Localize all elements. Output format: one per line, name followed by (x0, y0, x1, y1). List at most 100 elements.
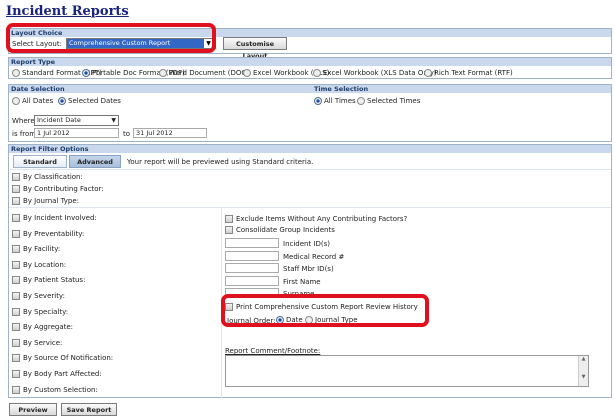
report-type-label: Rich Text Format (RTF) (434, 69, 513, 77)
filter-item-label: By Preventability: (23, 229, 85, 238)
radio-selected-icon (58, 97, 66, 105)
filter-item-label: By Specialty: (23, 307, 69, 316)
checkbox-icon (225, 215, 233, 223)
filter-item[interactable]: By Aggregate: (12, 321, 73, 333)
filter-item[interactable]: By Service: (12, 337, 62, 349)
checkbox-icon (12, 307, 20, 316)
checkbox-icon (12, 245, 20, 254)
radio-icon (357, 97, 365, 105)
report-type-label: Word Document (DOC) (169, 69, 249, 77)
checkbox-icon (12, 338, 20, 347)
consolidate-checkbox[interactable]: Consolidate Group Incidents (225, 224, 335, 236)
save-report-button[interactable]: Save Report (61, 403, 117, 416)
tab-divider (9, 169, 611, 170)
id-field-label: Medical Record # (283, 252, 345, 261)
to-date-input[interactable]: 31 Jul 2012 (133, 128, 207, 138)
filter-item-label: By Facility: (23, 245, 61, 254)
filter-item-label: By Source Of Notification: (23, 354, 114, 363)
tab-advanced[interactable]: Advanced (69, 155, 121, 168)
checkbox-icon (12, 185, 20, 193)
time-radio-all[interactable]: All Times (314, 97, 356, 105)
checkbox-icon (12, 292, 20, 300)
where-select-value: Incident Date (37, 116, 81, 124)
filter-item[interactable]: By Body Part Affected: (12, 368, 102, 380)
id-field-label: First Name (283, 277, 321, 286)
section-divider (9, 207, 611, 208)
id-field-input[interactable] (225, 263, 279, 273)
report-type-option[interactable]: Rich Text Format (RTF) (424, 69, 513, 77)
filter-item[interactable]: By Journal Type: (12, 195, 79, 207)
report-type-option[interactable]: Word Document (DOC) (159, 69, 249, 77)
filter-item[interactable]: By Custom Selection: (12, 384, 98, 396)
filter-item-label: By Severity: (23, 292, 65, 300)
filter-item-label: By Aggregate: (23, 323, 74, 332)
comment-textarea[interactable]: ▲ ▼ (225, 355, 589, 387)
checkbox-icon (12, 214, 20, 222)
report-type-panel: Report Type Standard Format (RPT) Portabl… (8, 57, 612, 79)
tab-standard[interactable]: Standard (13, 155, 67, 168)
to-label: to (123, 130, 131, 138)
checkbox-icon (12, 229, 20, 238)
filter-item[interactable]: By Facility: (12, 243, 60, 255)
preview-button[interactable]: Preview (9, 403, 57, 416)
date-selection-header: Date Selection Time Selection (9, 85, 611, 93)
filter-item[interactable]: By Source Of Notification: (12, 352, 113, 364)
print-history-highlight (221, 294, 429, 327)
date-selection-title: Date Selection (11, 85, 65, 93)
page-title: Incident Reports (6, 4, 129, 19)
checkbox-icon (12, 354, 20, 363)
radio-selected-icon (82, 69, 90, 77)
filter-item[interactable]: By Location: (12, 259, 66, 271)
id-field-input[interactable] (225, 238, 279, 248)
filter-item[interactable]: By Severity: (12, 290, 65, 302)
checkbox-icon (12, 197, 20, 205)
where-select[interactable]: Incident Date ▼ (34, 115, 119, 126)
checkbox-icon (12, 323, 20, 332)
filter-item-label: By Incident Involved: (23, 214, 97, 222)
radio-selected-icon (314, 97, 322, 105)
checkbox-icon (12, 385, 20, 394)
filter-item-label: By Custom Selection: (23, 385, 98, 394)
filter-item[interactable]: By Contributing Factor: (12, 183, 104, 195)
filter-item-label: By Contributing Factor: (23, 185, 104, 193)
checkbox-icon (12, 370, 20, 378)
filter-item-label: By Patient Status: (23, 276, 86, 285)
report-type-label: Excel Workbook (XLS Data Only) (323, 69, 437, 77)
filter-item[interactable]: By Classification: (12, 171, 83, 183)
checkbox-icon (12, 173, 20, 181)
filter-item[interactable]: By Specialty: (12, 306, 68, 318)
radio-icon (313, 69, 321, 77)
date-radio-selected[interactable]: Selected Dates (58, 97, 121, 105)
checkbox-icon (225, 226, 233, 234)
filter-item[interactable]: By Patient Status: (12, 274, 85, 286)
radio-icon (12, 69, 20, 77)
layout-highlight (6, 23, 216, 53)
checkbox-icon (12, 276, 20, 285)
id-field-input[interactable] (225, 275, 279, 286)
date-radio-all[interactable]: All Dates (12, 97, 53, 105)
report-type-header: Report Type (9, 58, 611, 66)
customise-layout-button[interactable]: Customise Layout (223, 37, 287, 60)
radio-icon (243, 69, 251, 77)
scrollbar[interactable]: ▲ ▼ (578, 356, 588, 386)
from-label: is from (12, 130, 37, 138)
filter-header: Report Filter Options (9, 145, 611, 153)
filter-panel: Report Filter Options Standard Advanced … (8, 144, 612, 398)
chevron-down-icon: ▼ (111, 117, 116, 124)
id-field-input[interactable] (225, 250, 279, 261)
id-field-label: Staff Mbr ID(s) (283, 265, 334, 273)
id-field-label: Incident ID(s) (283, 240, 331, 248)
filter-item-label: By Classification: (23, 173, 83, 181)
filter-item-label: By Journal Type: (23, 197, 80, 205)
from-date-input[interactable]: 1 Jul 2012 (34, 128, 119, 138)
checkbox-icon (12, 260, 20, 269)
filter-item[interactable]: By Incident Involved: (12, 212, 97, 224)
date-time-panel: Date Selection Time Selection All Dates … (8, 84, 612, 142)
preview-note: Your report will be previewed using Stan… (127, 158, 314, 166)
radio-icon (12, 97, 20, 105)
report-type-option[interactable]: Excel Workbook (XLS Data Only) (313, 69, 437, 77)
where-label: Where (12, 117, 35, 125)
filter-item[interactable]: By Preventability: (12, 228, 84, 240)
time-radio-selected[interactable]: Selected Times (357, 97, 420, 105)
comment-label: Report Comment/Footnote: (225, 347, 321, 355)
